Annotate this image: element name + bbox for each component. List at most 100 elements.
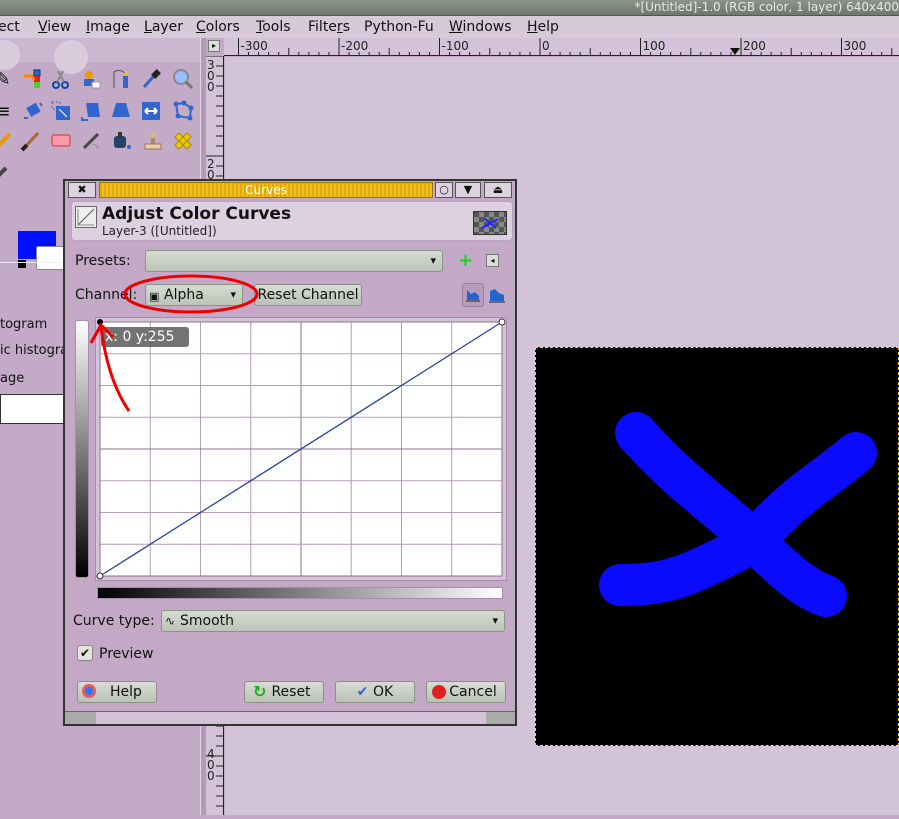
linear-histogram-button[interactable] bbox=[462, 283, 484, 307]
smooth-curve-icon: ∿ bbox=[165, 614, 176, 628]
menu-layer[interactable]: Layer bbox=[144, 18, 183, 36]
ruler-label: 0 bbox=[207, 769, 215, 783]
ruler-label: -300 bbox=[241, 39, 268, 53]
help-button[interactable]: Help bbox=[77, 681, 157, 703]
curve-graph[interactable] bbox=[96, 318, 506, 580]
help-icon bbox=[82, 684, 96, 698]
menu-windows[interactable]: Windows bbox=[449, 18, 512, 36]
curve-type-value: Smooth bbox=[180, 613, 235, 629]
dialog-title: Adjust Color Curves bbox=[102, 204, 292, 224]
select-by-color-icon[interactable] bbox=[20, 66, 46, 92]
chevron-down-icon: ▾ bbox=[430, 254, 436, 267]
ok-check-icon: ✔ bbox=[356, 684, 369, 700]
menu-tools[interactable]: Tools bbox=[256, 18, 291, 36]
airbrush-icon[interactable] bbox=[78, 128, 104, 154]
log-histogram-button[interactable] bbox=[488, 285, 506, 305]
curve-type-combo[interactable]: ∿ Smooth ▾ bbox=[161, 610, 505, 632]
ink-icon[interactable] bbox=[108, 128, 134, 154]
window-titlebar: *[Untitled]-1.0 (RGB color, 1 layer) 640… bbox=[0, 0, 899, 16]
menu-help[interactable]: Help bbox=[527, 18, 559, 36]
scissors-icon[interactable] bbox=[48, 66, 74, 92]
foreground-select-icon[interactable] bbox=[78, 66, 104, 92]
pointer-marker-icon bbox=[730, 48, 740, 55]
curve-control-point bbox=[96, 572, 104, 580]
cancel-button[interactable]: Cancel bbox=[426, 681, 506, 703]
crop-icon[interactable] bbox=[48, 98, 74, 124]
dialog-resize-bar[interactable] bbox=[65, 711, 515, 724]
input-gradient-bar bbox=[97, 587, 503, 599]
curve-type-label: Curve type: bbox=[73, 613, 155, 629]
image-canvas[interactable] bbox=[535, 347, 899, 746]
paintbrush-icon[interactable] bbox=[18, 128, 44, 154]
reset-channel-button[interactable]: Reset Channel bbox=[254, 284, 362, 306]
curves-dialog: ✖ Curves ○ ▼ ⏏ Adjust Color Curves Layer… bbox=[63, 179, 517, 726]
menu-view[interactable]: View bbox=[38, 18, 71, 36]
menu-python-fu[interactable]: Python-Fu bbox=[364, 18, 434, 36]
reset-button[interactable]: ↻ Reset bbox=[244, 681, 324, 703]
panel-item-dynamic-histogram[interactable]: ic histogra bbox=[0, 343, 68, 358]
dialog-close-button[interactable]: ✖ bbox=[68, 182, 96, 198]
paths-icon[interactable] bbox=[108, 66, 134, 92]
cage-transform-icon[interactable] bbox=[170, 98, 196, 124]
chevron-down-icon: ▾ bbox=[492, 614, 498, 627]
eraser-icon[interactable] bbox=[48, 128, 74, 154]
annotation-ellipse bbox=[123, 274, 259, 314]
panel-item-histogram[interactable]: togram bbox=[0, 317, 47, 332]
dialog-shade-button[interactable]: ○ bbox=[435, 182, 453, 198]
ruler-label: 300 bbox=[844, 39, 867, 53]
toolbox-separator bbox=[0, 262, 62, 263]
move-icon[interactable] bbox=[20, 98, 46, 124]
dialog-window-title: Curves bbox=[245, 183, 287, 197]
scale-icon[interactable] bbox=[108, 98, 134, 124]
heal-icon[interactable] bbox=[170, 128, 196, 154]
menu-image[interactable]: Image bbox=[86, 18, 130, 36]
dialog-minimize-button[interactable]: ▼ bbox=[455, 182, 481, 198]
presets-combo[interactable]: ▾ bbox=[145, 250, 443, 272]
presets-label: Presets: bbox=[75, 253, 131, 269]
annotation-arrow bbox=[89, 322, 131, 412]
curve-control-point bbox=[498, 318, 506, 326]
zoom-icon[interactable] bbox=[170, 66, 196, 92]
menu-select[interactable]: ect bbox=[0, 18, 20, 36]
ruler-label: 200 bbox=[743, 39, 766, 53]
menu-filters[interactable]: Filters bbox=[308, 18, 350, 36]
color-picker-icon[interactable] bbox=[138, 66, 164, 92]
layer-thumbnail bbox=[473, 211, 507, 235]
dialog-title-bar[interactable]: Curves bbox=[99, 182, 433, 198]
ruler-label: -200 bbox=[341, 39, 368, 53]
dialog-maximize-button[interactable]: ⏏ bbox=[484, 182, 512, 198]
curves-icon bbox=[75, 206, 97, 228]
menubar: ect View Image Layer Colors Tools Filter… bbox=[0, 16, 899, 38]
preset-menu-button[interactable]: ◂ bbox=[486, 254, 499, 267]
rotate-icon[interactable] bbox=[78, 98, 104, 124]
cancel-icon bbox=[432, 685, 446, 699]
ruler-label: 0 bbox=[207, 80, 215, 94]
panel-input[interactable] bbox=[0, 394, 64, 424]
dialog-header: Adjust Color Curves Layer-3 ([Untitled]) bbox=[71, 201, 513, 241]
quick-mask-toggle[interactable]: ▸ bbox=[208, 40, 220, 52]
menu-colors[interactable]: Colors bbox=[196, 18, 240, 36]
ruler-label: 0 bbox=[542, 39, 550, 53]
ok-button[interactable]: ✔ OK bbox=[335, 681, 415, 703]
curve-editor[interactable] bbox=[95, 317, 507, 581]
pencil-icon[interactable] bbox=[0, 128, 16, 154]
toolbox-banner bbox=[0, 38, 200, 74]
fuzzy-select-icon[interactable]: ✎ bbox=[0, 66, 16, 92]
dialog-subtitle: Layer-3 ([Untitled]) bbox=[102, 224, 217, 238]
ruler-label: 100 bbox=[643, 39, 666, 53]
horizontal-ruler-ticks: -300 -200 -100 0 100 200 300 bbox=[238, 38, 893, 56]
panel-item-image[interactable]: age bbox=[0, 371, 24, 386]
shear-icon[interactable] bbox=[138, 98, 164, 124]
ruler-label: -100 bbox=[442, 39, 469, 53]
preview-checkbox[interactable]: ✔ bbox=[77, 645, 93, 661]
reset-icon: ↻ bbox=[253, 682, 267, 701]
clone-icon[interactable] bbox=[140, 128, 166, 154]
horizontal-ruler[interactable]: -300 -200 -100 0 100 200 300 bbox=[224, 38, 899, 56]
blue-x-drawing bbox=[599, 412, 877, 617]
smudge-icon[interactable] bbox=[0, 158, 16, 184]
background-color-swatch[interactable] bbox=[36, 246, 66, 270]
add-preset-icon[interactable]: + bbox=[458, 252, 473, 270]
preview-label[interactable]: Preview bbox=[99, 646, 154, 662]
measure-icon[interactable]: ≡ bbox=[0, 98, 16, 124]
window-title: *[Untitled]-1.0 (RGB color, 1 layer) 640… bbox=[634, 0, 899, 14]
